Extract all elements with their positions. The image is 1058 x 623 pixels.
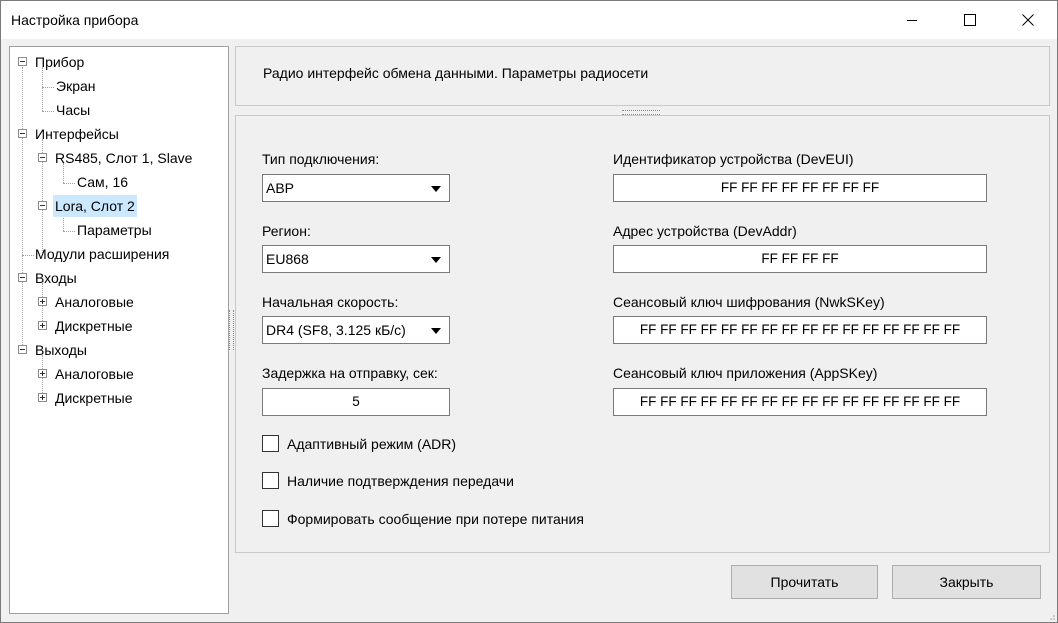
send-delay-label: Задержка на отправку, сек: (262, 365, 438, 381)
dev-eui-input[interactable]: FF FF FF FF FF FF FF FF (613, 174, 987, 202)
dev-addr-input[interactable]: FF FF FF FF (613, 245, 987, 273)
tree-item-parameters[interactable]: Параметры (75, 219, 154, 241)
adr-checkbox-label: Адаптивный режим (ADR) (287, 436, 457, 452)
region-label: Регион: (262, 223, 311, 239)
dropdown-arrow-icon (431, 186, 441, 192)
adr-checkbox[interactable] (262, 435, 279, 452)
dev-addr-label: Адрес устройства (DevAddr) (613, 223, 797, 239)
title-bar[interactable]: Настройка прибора (1, 1, 1057, 39)
dev-eui-label: Идентификатор устройства (DevEUI) (613, 151, 854, 167)
initial-speed-label: Начальная скорость: (262, 294, 399, 310)
vertical-splitter[interactable] (229, 310, 234, 350)
window-title: Настройка прибора (11, 12, 139, 28)
expand-icon[interactable] (38, 369, 47, 378)
minimize-button[interactable] (883, 1, 941, 39)
maximize-icon (964, 14, 976, 26)
header-panel: Радио интерфейс обмена данными. Параметр… (235, 46, 1050, 106)
region-select[interactable]: EU868 (262, 245, 450, 273)
send-delay-input[interactable]: 5 (262, 388, 450, 416)
dropdown-arrow-icon (431, 257, 441, 263)
connection-type-label: Тип подключения: (262, 151, 380, 167)
confirm-checkbox-label: Наличие подтверждения передачи (287, 473, 514, 489)
resize-grip-icon[interactable] (1046, 611, 1056, 621)
tree-item-clock[interactable]: Часы (54, 99, 92, 121)
app-skey-label: Сеансовый ключ приложения (AppSKey) (613, 365, 878, 381)
read-button[interactable]: Прочитать (731, 565, 878, 599)
maximize-button[interactable] (941, 1, 999, 39)
collapse-icon[interactable] (18, 345, 27, 354)
collapse-icon[interactable] (18, 129, 27, 138)
expand-icon[interactable] (38, 321, 47, 330)
tree-item-sam16[interactable]: Сам, 16 (75, 171, 130, 193)
device-tree[interactable]: Прибор Экран Часы Интерфейсы RS485, Слот… (9, 46, 229, 614)
expand-icon[interactable] (38, 297, 47, 306)
close-button[interactable]: Закрыть (892, 565, 1041, 599)
nwk-skey-label: Сеансовый ключ шифрования (NwkSKey) (613, 294, 885, 310)
expand-icon[interactable] (38, 393, 47, 402)
power-loss-checkbox-label: Формировать сообщение при потере питания (287, 511, 584, 527)
tree-item-expansion-modules[interactable]: Модули расширения (33, 243, 171, 265)
collapse-icon[interactable] (38, 153, 47, 162)
close-window-button[interactable] (999, 1, 1057, 39)
collapse-icon[interactable] (38, 201, 47, 210)
initial-speed-select[interactable]: DR4 (SF8, 3.125 кБ/с) (262, 316, 450, 344)
tree-item-screen[interactable]: Экран (54, 75, 98, 97)
nwk-skey-input[interactable]: FF FF FF FF FF FF FF FF FF FF FF FF FF F… (613, 316, 987, 344)
minimize-icon (907, 20, 917, 21)
close-icon (1022, 14, 1034, 26)
confirm-transmission-checkbox[interactable] (262, 472, 279, 489)
collapse-icon[interactable] (18, 273, 27, 282)
collapse-icon[interactable] (18, 57, 27, 66)
dropdown-arrow-icon (431, 328, 441, 334)
panel-description: Радио интерфейс обмена данными. Параметр… (263, 65, 649, 81)
app-skey-input[interactable]: FF FF FF FF FF FF FF FF FF FF FF FF FF F… (613, 388, 987, 416)
connection-type-select[interactable]: ABP (262, 174, 450, 202)
power-loss-message-checkbox[interactable] (262, 510, 279, 527)
